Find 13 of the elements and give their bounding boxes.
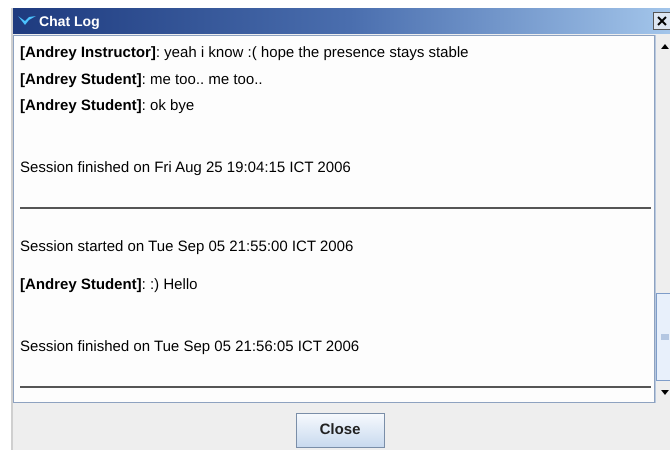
session-note: Session started on Tue Sep 05 21:55:00 ICT 2006 bbox=[20, 237, 354, 258]
chat-message: [Andrey Instructor]: yeah i know :( hope the presence stays stable bbox=[20, 43, 469, 63]
chat-message: [Andrey Student]: :) Hello bbox=[20, 274, 198, 295]
chat-message: [Andrey Student]: ok bye bbox=[20, 96, 194, 116]
window-title: Chat Log bbox=[39, 12, 100, 31]
close-icon[interactable] bbox=[653, 12, 670, 30]
close-button[interactable]: Close bbox=[296, 413, 384, 448]
session-note: Session finished on Fri Aug 25 19:04:15 ICT 2006 bbox=[20, 158, 351, 178]
session-note: Session finished on Tue Sep 05 21:56:05 ICT 2006 bbox=[20, 337, 360, 358]
chat-message: [Andrey Student]: me too.. me too.. bbox=[20, 70, 263, 90]
scrollbar[interactable] bbox=[655, 35, 670, 403]
chevron-icon bbox=[17, 15, 37, 27]
scroll-thumb[interactable] bbox=[656, 293, 670, 381]
